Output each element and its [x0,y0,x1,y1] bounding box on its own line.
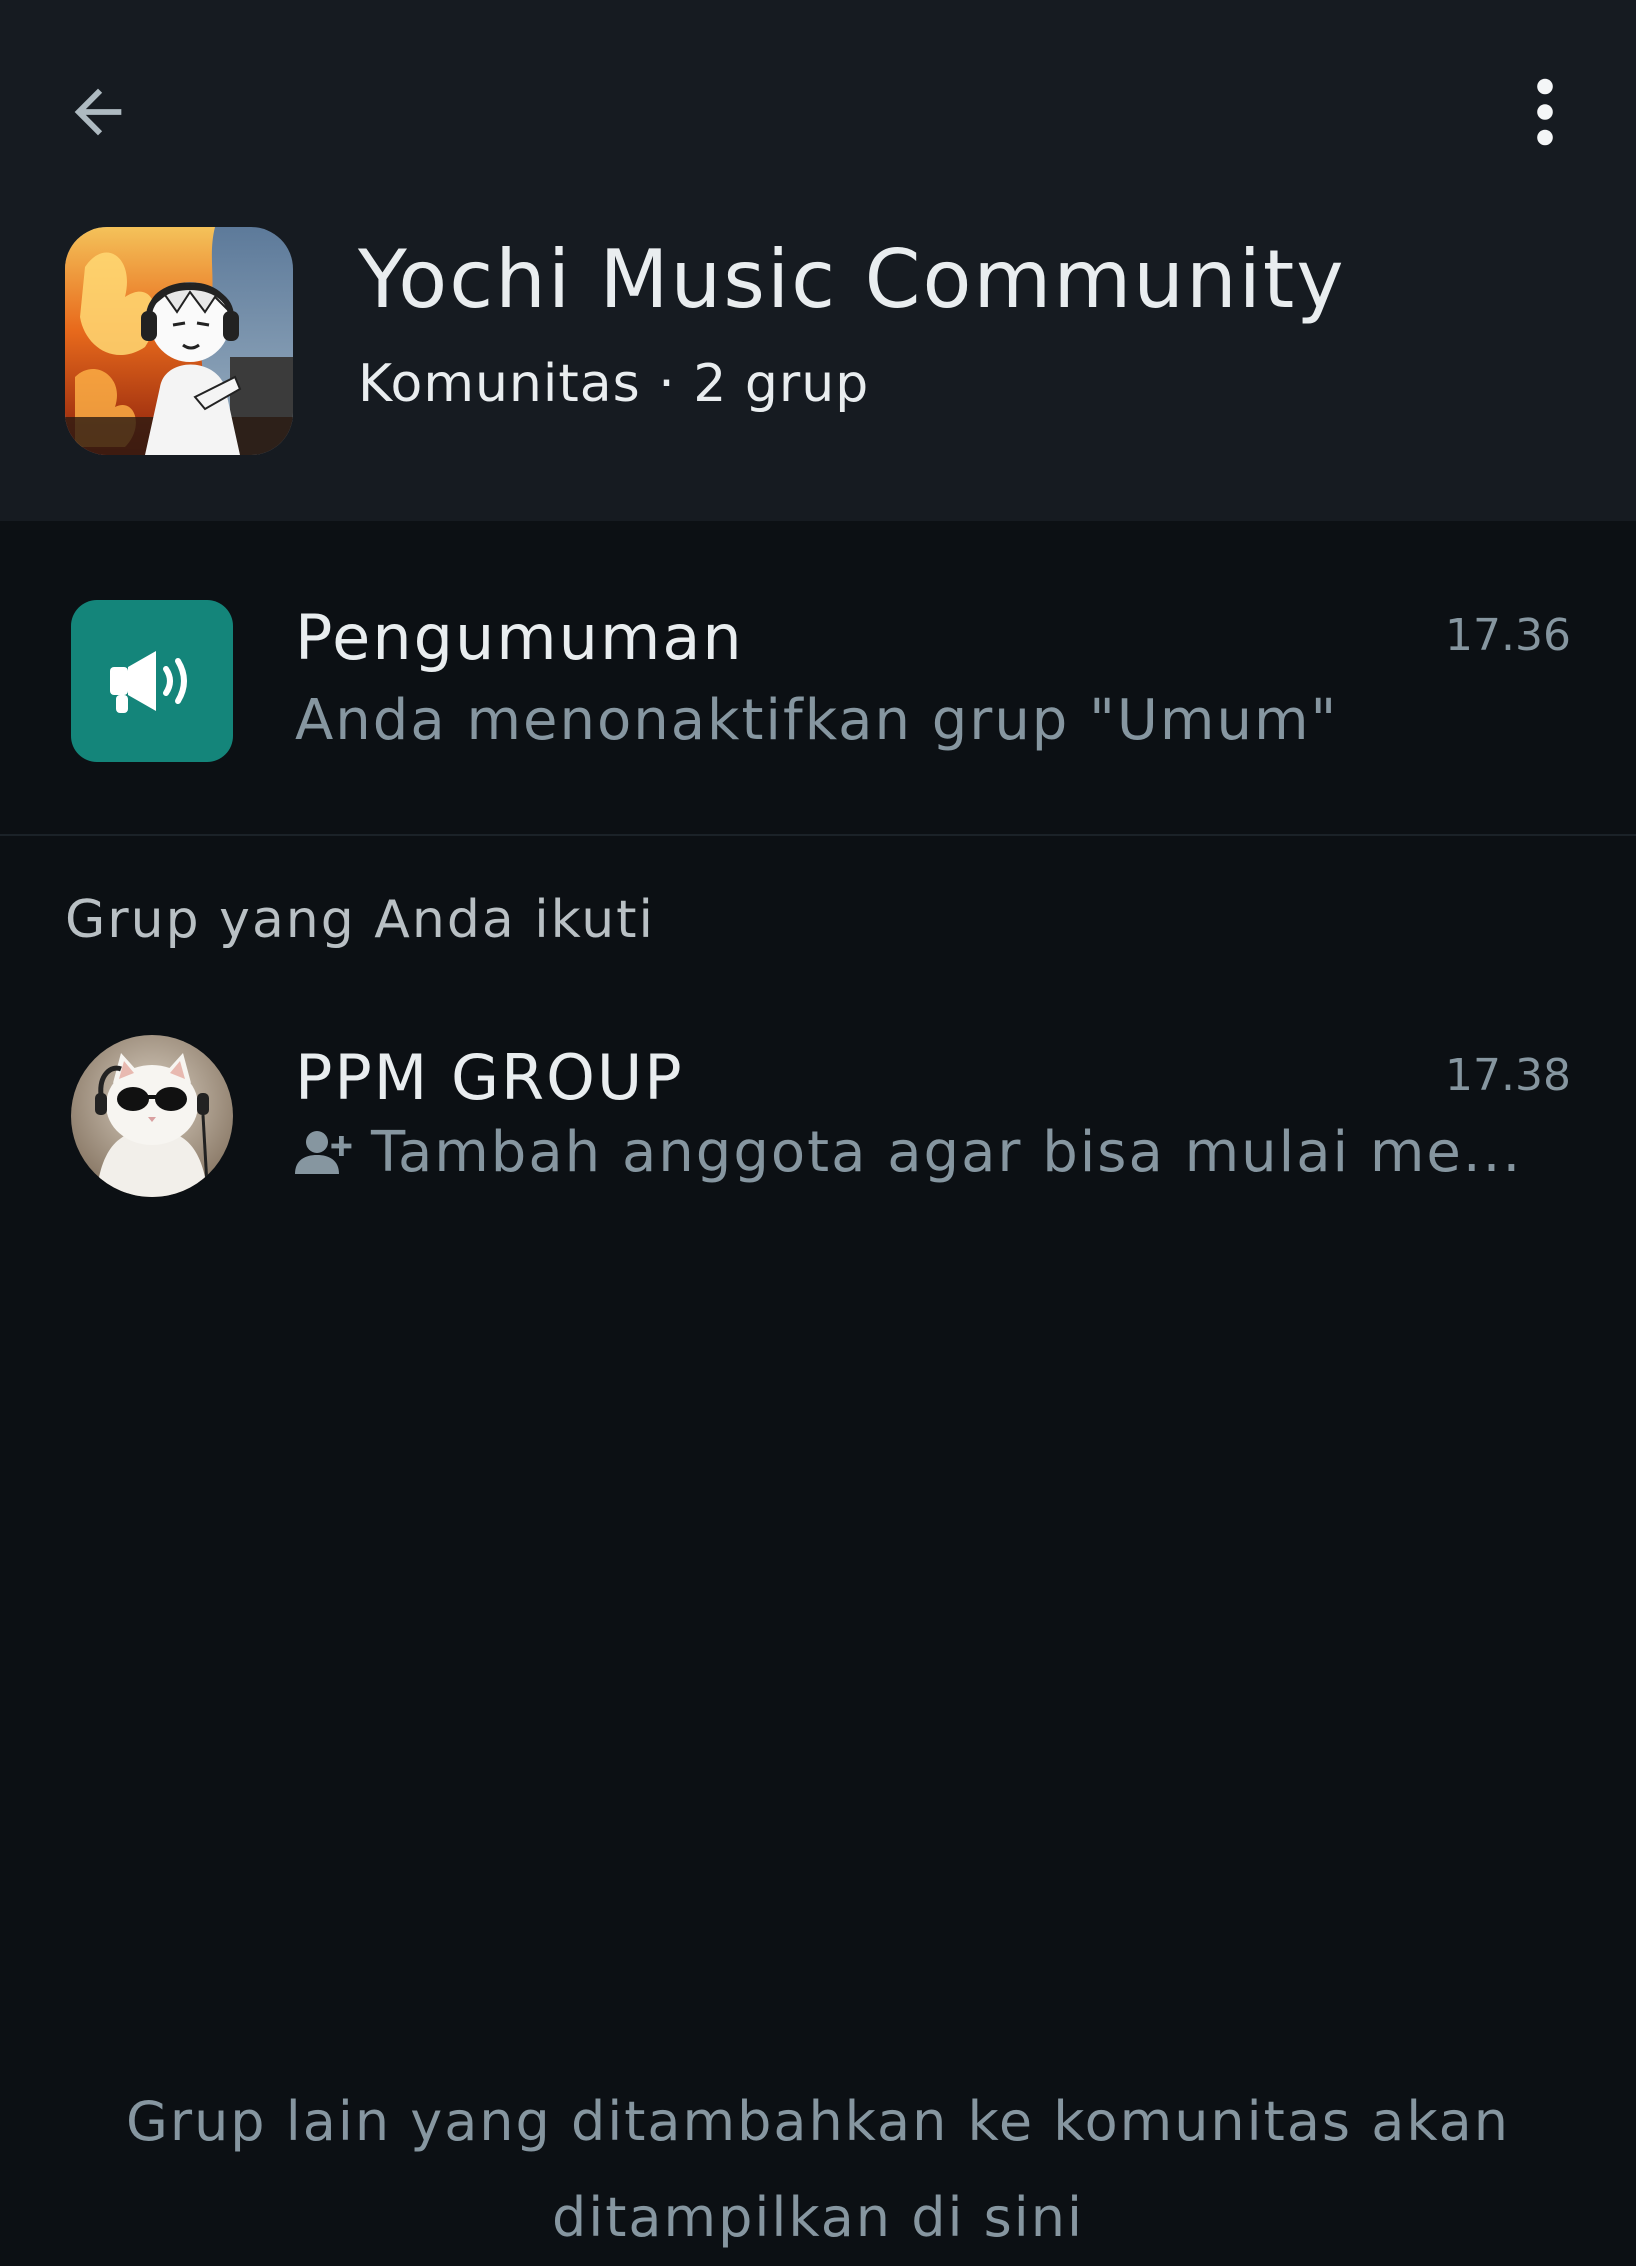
arrow-left-icon [74,88,122,136]
announcement-title: Pengumuman [295,601,744,674]
section-label-joined-groups: Grup yang Anda ikuti [65,890,655,950]
announcement-last-message: Anda menonaktifkan grup "Umum" [295,688,1339,753]
announcement-time: 17.36 [1445,610,1571,661]
announcement-row[interactable]: Pengumuman 17.36 Anda menonaktifkan grup… [0,560,1636,800]
community-header: Yochi Music Community Komunitas · 2 grup [0,0,1636,521]
footer-note: Grup lain yang ditambahkan ke komunitas … [0,2074,1636,2266]
group-row[interactable]: PPM GROUP 17.38 Tambah anggota agar bisa… [0,1000,1636,1240]
group-title: PPM GROUP [295,1041,684,1114]
group-last-message-text: Tambah anggota agar bisa mulai me... [371,1120,1523,1185]
cat-avatar-image [71,1035,233,1197]
community-avatar-image [65,227,293,455]
community-meta: Komunitas · 2 grup [358,354,870,414]
community-name: Yochi Music Community [358,233,1346,326]
megaphone-icon [110,651,187,713]
section-divider [0,834,1636,836]
group-time: 17.38 [1445,1050,1571,1101]
more-vertical-icon [1537,78,1553,146]
add-person-icon [295,1124,353,1182]
back-button[interactable] [58,72,138,152]
footer-note-line-1: Grup lain yang ditambahkan ke komunitas … [126,2090,1510,2153]
group-last-message: Tambah anggota agar bisa mulai me... [295,1118,1522,1188]
group-avatar [71,1035,233,1197]
more-options-button[interactable] [1510,72,1580,152]
community-avatar[interactable] [65,227,293,455]
footer-note-line-2: ditampilkan di sini [551,2186,1085,2249]
announcement-icon-tile [71,600,233,762]
